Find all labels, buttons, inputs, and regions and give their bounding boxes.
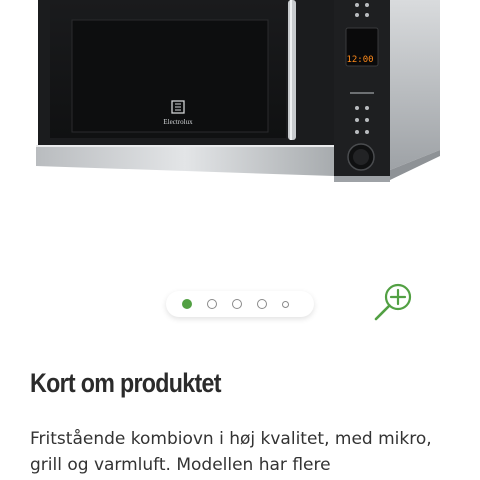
display-time: 12:00 xyxy=(346,55,373,65)
carousel-dot-5[interactable] xyxy=(282,300,289,308)
product-description: Fritstående kombiovn i høj kvalitet, med… xyxy=(30,429,432,475)
product-image[interactable]: Electrolux 12:00 xyxy=(0,0,480,290)
carousel-dots xyxy=(166,291,314,317)
carousel-dot-2[interactable] xyxy=(207,299,217,309)
zoom-button[interactable] xyxy=(370,280,418,326)
carousel-dot-1[interactable] xyxy=(182,299,192,309)
section-title: Kort om produktet xyxy=(30,368,222,398)
brand-logo-text: Electrolux xyxy=(163,118,193,126)
carousel-dot-3[interactable] xyxy=(232,299,242,309)
microwave-image: Electrolux 12:00 xyxy=(36,0,440,182)
zoom-in-icon xyxy=(374,283,412,321)
carousel-dot-4[interactable] xyxy=(257,299,267,309)
